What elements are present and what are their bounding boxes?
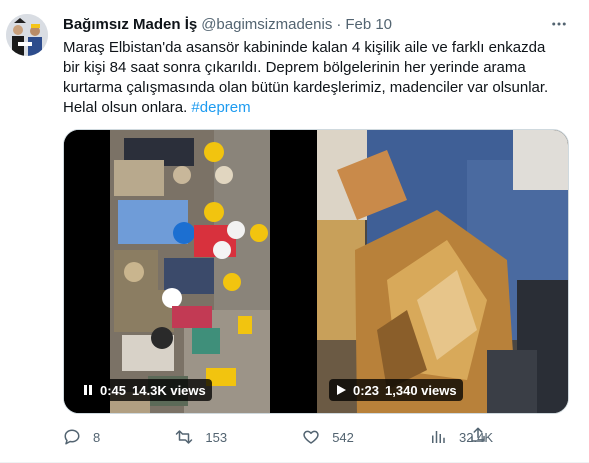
video-views: 14.3K views: [132, 382, 206, 398]
tweet-date[interactable]: Feb 10: [345, 16, 392, 33]
avatar[interactable]: [6, 14, 48, 56]
separator-dot: ·: [336, 15, 342, 33]
media-grid: 0:45 14.3K views 0:23 1,340 views: [63, 129, 569, 414]
tweet-text-line: bir kişi 84 saat sonra çıkarıldı. Deprem…: [63, 59, 526, 76]
reply-count: 8: [93, 429, 101, 445]
retweet-button[interactable]: 153: [175, 428, 227, 446]
reply-button[interactable]: 8: [63, 428, 100, 446]
like-count: 542: [332, 429, 354, 445]
video-player-1[interactable]: 0:45 14.3K views: [64, 130, 315, 413]
video-thumbnail-2: [317, 130, 568, 413]
play-icon[interactable]: [335, 384, 347, 396]
more-horizontal-icon[interactable]: [547, 14, 571, 34]
tweet-header: Bağımsız Maden İş @bagimsizmadenis · Feb…: [63, 14, 549, 34]
video-player-2[interactable]: 0:23 1,340 views: [317, 130, 568, 413]
like-button[interactable]: 542: [302, 428, 354, 446]
share-button[interactable]: [468, 427, 488, 447]
hashtag-link[interactable]: #deprem: [191, 99, 250, 116]
heart-icon: [302, 428, 320, 446]
tweet-text: Maraş Elbistan'da asansör kabininde kala…: [63, 38, 573, 118]
pause-icon[interactable]: [82, 384, 94, 396]
tweet-text-line-content: Helal olsun onlara.: [63, 99, 188, 116]
video-views: 1,340 views: [385, 382, 457, 398]
video-badge-1: 0:45 14.3K views: [76, 379, 212, 401]
reply-icon: [63, 428, 81, 446]
tweet-text-line: Helal olsun onlara. #deprem: [63, 98, 573, 118]
retweet-count: 153: [205, 429, 228, 445]
tweet-text-line: Maraş Elbistan'da asansör kabininde kala…: [63, 39, 546, 56]
analytics-icon: [429, 428, 447, 446]
tweet-actions: 8 153 542 32.4K: [63, 427, 493, 447]
video-badge-2: 0:23 1,340 views: [329, 379, 463, 401]
share-icon: [469, 426, 487, 449]
video-time: 0:45: [100, 382, 127, 398]
video-thumbnail-1: [64, 130, 315, 413]
tweet-text-line: kurtarma çalışmasında olan bütün kardeşl…: [63, 79, 549, 96]
retweet-icon: [175, 428, 193, 446]
display-name[interactable]: Bağımsız Maden İş: [63, 16, 197, 33]
user-handle[interactable]: @bagimsizmadenis: [201, 16, 332, 33]
video-time: 0:23: [353, 382, 380, 398]
tweet: Bağımsız Maden İş @bagimsizmadenis · Feb…: [0, 0, 589, 463]
